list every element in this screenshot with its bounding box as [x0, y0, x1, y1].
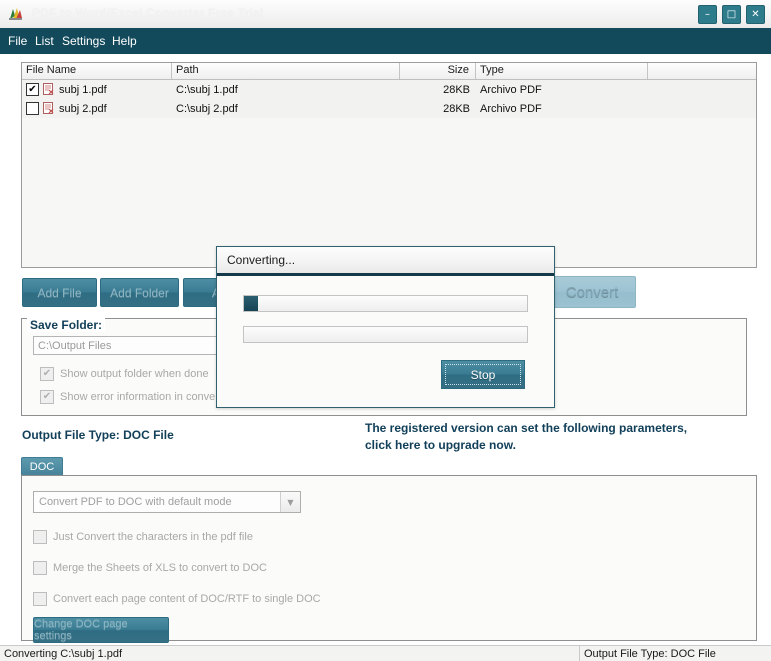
- convert-each-page-option[interactable]: Convert each page content of DOC/RTF to …: [33, 592, 321, 606]
- column-header-file-name[interactable]: File Name: [22, 63, 172, 79]
- column-header-type[interactable]: Type: [476, 63, 648, 79]
- row-checkbox[interactable]: ✔: [26, 83, 39, 96]
- option-label: Show error information in conversi: [60, 391, 227, 403]
- chevron-down-icon[interactable]: ▼: [280, 492, 300, 512]
- file-size-cell: 28KB: [443, 83, 470, 96]
- file-size-cell: 28KB: [443, 102, 470, 115]
- focus-ring: [445, 364, 521, 385]
- converting-dialog-title: Converting...: [217, 247, 554, 276]
- checkbox-icon[interactable]: [33, 592, 47, 606]
- table-row[interactable]: ✔ subj 1.pdf C:\subj 1.pdf 28KB Archivo …: [22, 80, 756, 99]
- format-tabstrip: DOC: [21, 457, 757, 475]
- option-label: Convert each page content of DOC/RTF to …: [53, 593, 321, 605]
- menu-item-file[interactable]: File: [8, 34, 27, 48]
- add-folder-button[interactable]: Add Folder: [100, 278, 179, 307]
- window-controls: – □ ✕: [698, 5, 765, 24]
- file-list-header: File Name Path Size Type: [22, 63, 756, 80]
- status-output-type: Output File Type: DOC File: [584, 647, 716, 660]
- option-label: Show output folder when done: [60, 368, 209, 380]
- checkbox-icon[interactable]: ✔: [40, 367, 54, 381]
- file-name-cell: ✔ subj 1.pdf: [22, 83, 172, 96]
- option-label: Just Convert the characters in the pdf f…: [53, 531, 253, 543]
- file-name-text: subj 1.pdf: [59, 83, 107, 96]
- column-header-size[interactable]: Size: [400, 63, 476, 79]
- status-message: Converting C:\subj 1.pdf: [0, 646, 580, 661]
- menu-bar: File List Settings Help: [0, 28, 771, 54]
- progress-bar-primary: [243, 295, 528, 312]
- close-button[interactable]: ✕: [746, 5, 765, 24]
- pdf-file-icon: [43, 83, 55, 96]
- file-path-cell: C:\subj 2.pdf: [176, 102, 238, 115]
- stop-button[interactable]: Stop: [441, 360, 525, 389]
- file-type-cell: Archivo PDF: [480, 83, 542, 96]
- status-bar: Converting C:\subj 1.pdf Output File Typ…: [0, 645, 771, 661]
- checkbox-icon[interactable]: ✔: [40, 390, 54, 404]
- output-file-type-label: Output File Type: DOC File: [22, 428, 174, 442]
- progress-bar-secondary: [243, 326, 528, 343]
- option-label: Merge the Sheets of XLS to convert to DO…: [53, 562, 267, 574]
- column-header-path[interactable]: Path: [172, 63, 400, 79]
- menu-item-help[interactable]: Help: [112, 34, 137, 48]
- minimize-button[interactable]: –: [698, 5, 717, 24]
- column-header-extra[interactable]: [648, 63, 756, 79]
- add-file-button[interactable]: Add File: [22, 278, 97, 307]
- conversion-mode-select[interactable]: Convert PDF to DOC with default mode ▼: [33, 491, 301, 513]
- show-error-information-option[interactable]: ✔ Show error information in conversi: [40, 390, 227, 404]
- progress-bar-primary-fill: [244, 296, 259, 311]
- change-doc-page-settings-button[interactable]: Change DOC page settings: [33, 617, 169, 643]
- maximize-button[interactable]: □: [722, 5, 741, 24]
- file-name-text: subj 2.pdf: [59, 102, 107, 115]
- window-title: PDF to Word/Excel Converter Free Trial: [32, 6, 264, 20]
- tab-doc[interactable]: DOC: [21, 457, 63, 475]
- table-row[interactable]: subj 2.pdf C:\subj 2.pdf 28KB Archivo PD…: [22, 99, 756, 118]
- conversion-mode-value: Convert PDF to DOC with default mode: [39, 496, 232, 508]
- app-logo-icon: [6, 4, 26, 24]
- converting-dialog: Converting... Stop: [216, 246, 555, 408]
- file-path-cell: C:\subj 1.pdf: [176, 83, 238, 96]
- show-output-folder-option[interactable]: ✔ Show output folder when done: [40, 367, 209, 381]
- pdf-file-icon: [43, 102, 55, 115]
- checkbox-icon[interactable]: [33, 530, 47, 544]
- checkbox-icon[interactable]: [33, 561, 47, 575]
- convert-button[interactable]: Convert: [548, 276, 636, 308]
- title-bar: PDF to Word/Excel Converter Free Trial –…: [0, 0, 771, 29]
- menu-item-list[interactable]: List: [35, 34, 54, 48]
- just-convert-characters-option[interactable]: Just Convert the characters in the pdf f…: [33, 530, 253, 544]
- file-list[interactable]: File Name Path Size Type ✔ subj 1.pdf C:…: [21, 62, 757, 268]
- menu-item-settings[interactable]: Settings: [62, 34, 105, 48]
- row-checkbox[interactable]: [26, 102, 39, 115]
- file-type-cell: Archivo PDF: [480, 102, 542, 115]
- save-folder-title: Save Folder:: [27, 318, 106, 332]
- file-name-cell: subj 2.pdf: [22, 102, 172, 115]
- upgrade-notice-link[interactable]: The registered version can set the follo…: [365, 420, 695, 454]
- merge-xls-sheets-option[interactable]: Merge the Sheets of XLS to convert to DO…: [33, 561, 267, 575]
